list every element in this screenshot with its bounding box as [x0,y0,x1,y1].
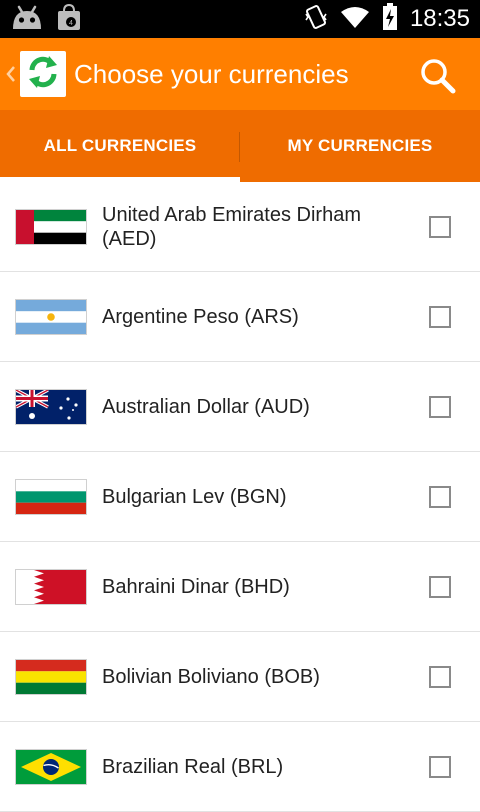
bh-flag-icon [15,569,87,605]
page-title: Choose your currencies [74,59,349,89]
app-logo[interactable] [20,51,66,97]
list-item[interactable]: Bulgarian Lev (BGN) [0,452,480,542]
br-flag-icon [15,749,87,785]
status-left-icons: 4 [10,3,82,35]
bo-flag-icon [15,659,87,695]
au-flag-icon [15,389,87,425]
ae-flag-icon [15,209,87,245]
checkbox[interactable] [429,576,451,598]
shopping-bag-icon: 4 [56,3,82,35]
tab-label: MY CURRENCIES [287,136,433,155]
battery-charging-icon [382,3,398,35]
tab-bar: ALL CURRENCIES MY CURRENCIES [0,110,480,182]
tab-label: ALL CURRENCIES [43,136,197,155]
list-item[interactable]: Brazilian Real (BRL) [0,722,480,812]
currency-name: Argentine Peso (ARS) [102,305,299,328]
tab-my-currencies[interactable]: MY CURRENCIES [240,110,480,182]
sync-arrows-icon [24,53,62,95]
wifi-icon [340,5,370,33]
currency-name: Bolivian Boliviano (BOB) [102,665,320,688]
currency-name: Australian Dollar (AUD) [102,395,310,418]
currency-name: Brazilian Real (BRL) [102,755,284,778]
tab-divider [239,132,240,162]
list-item[interactable]: Argentine Peso (ARS) [0,272,480,362]
checkbox[interactable] [429,396,451,418]
search-icon[interactable] [418,56,458,96]
status-time: 18:35 [409,5,470,32]
chevron-left-icon[interactable] [4,60,18,88]
list-item[interactable]: Australian Dollar (AUD) [0,362,480,452]
status-right-icons: 18:35 [304,3,470,35]
list-item[interactable]: Bahraini Dinar (BHD) [0,542,480,632]
status-bar: 4 18:35 [0,0,480,38]
list-item[interactable]: Bolivian Boliviano (BOB) [0,632,480,722]
currency-name: Bulgarian Lev (BGN) [102,485,287,508]
checkbox[interactable] [429,306,451,328]
ar-flag-icon [15,299,87,335]
tab-all-currencies[interactable]: ALL CURRENCIES [0,110,240,182]
app-bar: Choose your currencies [0,38,480,110]
vibrate-icon [304,4,328,34]
currency-name: Bahraini Dinar (BHD) [102,575,290,598]
currency-name: United Arab Emirates Dirham (AED) [102,203,361,250]
checkbox[interactable] [429,666,451,688]
checkbox[interactable] [429,216,451,238]
checkbox[interactable] [429,486,451,508]
currency-list: United Arab Emirates Dirham (AED) Argent… [0,182,480,812]
bg-flag-icon [15,479,87,515]
svg-text:4: 4 [69,20,73,27]
android-debug-icon [10,3,44,35]
list-item[interactable]: United Arab Emirates Dirham (AED) [0,182,480,272]
checkbox[interactable] [429,756,451,778]
